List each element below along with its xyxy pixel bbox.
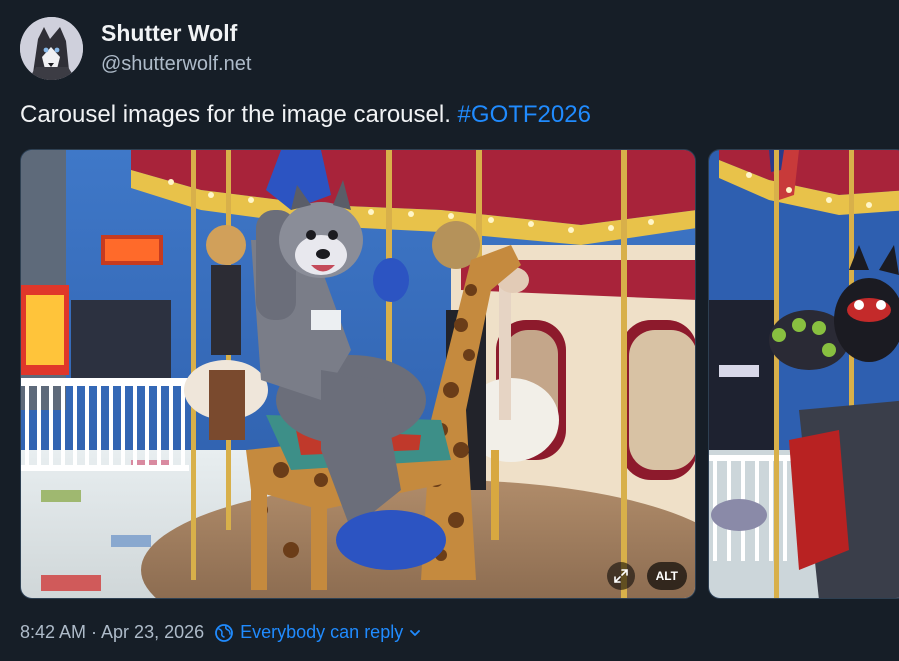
post-timestamp[interactable]: 8:42 AM · Apr 23, 2026 [20, 622, 204, 643]
post-meta: 8:42 AM · Apr 23, 2026 Everybody can rep… [20, 622, 421, 643]
author-handle[interactable]: @shutterwolf.net [101, 53, 251, 76]
reply-setting-label: Everybody can reply [240, 622, 404, 642]
expand-button[interactable] [607, 562, 635, 590]
author-display-name[interactable]: Shutter Wolf [101, 20, 237, 47]
carousel-image-1[interactable]: ALT [20, 149, 696, 599]
carousel-photo-2 [709, 150, 899, 598]
expand-icon [614, 569, 628, 583]
globe-icon [215, 623, 234, 642]
carousel-photo-1 [21, 150, 695, 598]
post-text: Carousel images for the image carousel. … [20, 101, 591, 129]
image-carousel[interactable]: ALT [20, 149, 899, 599]
avatar[interactable] [20, 17, 83, 80]
reply-setting-button[interactable]: Everybody can reply [214, 622, 421, 643]
wolf-avatar-icon [20, 17, 83, 80]
chevron-down-icon [410, 629, 421, 636]
carousel-image-2[interactable] [708, 149, 899, 599]
post-body: Carousel images for the image carousel. [20, 101, 458, 128]
alt-badge[interactable]: ALT [646, 562, 687, 590]
hashtag-link[interactable]: #GOTF2026 [458, 101, 591, 128]
